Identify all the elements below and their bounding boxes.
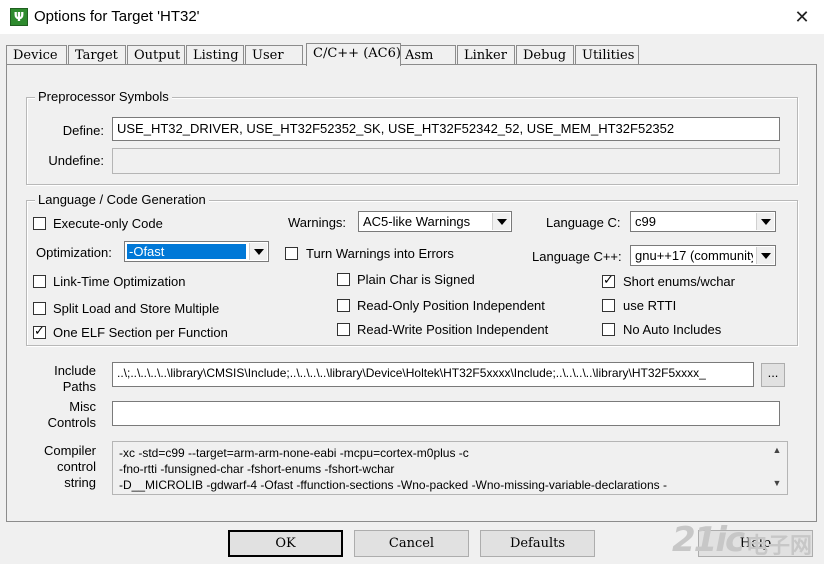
ro-pi-label: Read-Only Position Independent — [357, 298, 545, 313]
compiler-line: -D__MICROLIB -gdwarf-4 -Ofast -ffunction… — [119, 478, 667, 492]
rw-pi-label: Read-Write Position Independent — [357, 322, 549, 337]
language-c-select[interactable]: c99 — [630, 211, 776, 232]
warnings-value: AC5-like Warnings — [363, 214, 471, 229]
language-c-value: c99 — [635, 214, 656, 229]
chevron-down-icon[interactable] — [492, 213, 510, 230]
include-paths-input[interactable]: ..\;..\..\..\..\library\CMSIS\Include;..… — [112, 362, 754, 387]
optimization-label: Optimization: — [36, 245, 112, 260]
misc-label-line1: Misc — [69, 399, 96, 414]
watermark-text: 21ic — [672, 520, 745, 560]
optimization-value: -Ofast — [127, 244, 246, 259]
uvision-icon-glyph: Ψ — [13, 10, 25, 24]
execute-only-label: Execute-only Code — [53, 216, 163, 231]
close-icon[interactable]: ✕ — [790, 6, 814, 28]
title-bar[interactable]: Ψ Options for Target 'HT32' ✕ — [0, 0, 824, 34]
misc-controls-input[interactable] — [112, 401, 780, 426]
watermark-logo: 21ic 电子网 — [672, 520, 822, 560]
one-elf-label: One ELF Section per Function — [53, 325, 228, 340]
language-c-label: Language C: — [546, 215, 621, 230]
warnings-label: Warnings: — [288, 215, 347, 230]
ok-button[interactable]: OK — [228, 530, 343, 557]
tab-debug[interactable]: Debug — [516, 45, 574, 65]
split-load-label: Split Load and Store Multiple — [53, 301, 220, 316]
include-label-line2: Paths — [62, 379, 96, 394]
warnings-select[interactable]: AC5-like Warnings — [358, 211, 512, 232]
rw-pi-checkbox[interactable] — [337, 323, 350, 336]
tab-target[interactable]: Target — [68, 45, 126, 65]
short-enums-label: Short enums/wchar — [623, 274, 735, 289]
tab-output[interactable]: Output — [127, 45, 185, 65]
link-time-checkbox[interactable] — [33, 275, 46, 288]
misc-label-line2: Controls — [47, 415, 96, 430]
use-rtti-checkbox[interactable] — [602, 299, 615, 312]
chevron-down-icon[interactable] — [756, 213, 774, 230]
language-cpp-value: gnu++17 (community — [635, 248, 753, 263]
tab-c-cpp-ac6[interactable]: C/C++ (AC6) — [306, 43, 401, 66]
scroll-up-icon[interactable]: ▲ — [769, 445, 785, 459]
scroll-down-icon[interactable]: ▼ — [769, 478, 785, 492]
preprocessor-group-title: Preprocessor Symbols — [35, 89, 172, 104]
compiler-control-string[interactable]: -xc -std=c99 --target=arm-arm-none-eabi … — [112, 441, 788, 495]
optimization-select[interactable]: -Ofast — [124, 241, 269, 262]
no-auto-includes-checkbox[interactable] — [602, 323, 615, 336]
link-time-label: Link-Time Optimization — [53, 274, 186, 289]
plain-char-label: Plain Char is Signed — [357, 272, 475, 287]
uvision-icon: Ψ — [10, 8, 28, 26]
undefine-input[interactable] — [112, 148, 780, 174]
tab-listing[interactable]: Listing — [186, 45, 244, 65]
tab-asm[interactable]: Asm — [398, 45, 456, 65]
use-rtti-label: use RTTI — [623, 298, 677, 313]
defaults-button[interactable]: Defaults — [480, 530, 595, 557]
tab-linker[interactable]: Linker — [457, 45, 515, 65]
execute-only-checkbox[interactable] — [33, 217, 46, 230]
warnings-errors-label: Turn Warnings into Errors — [306, 246, 454, 261]
window-title: Options for Target 'HT32' — [34, 8, 200, 25]
include-label-line1: Include — [54, 363, 96, 378]
tab-user[interactable]: User — [245, 45, 303, 65]
no-auto-includes-label: No Auto Includes — [623, 322, 722, 337]
tab-utilities[interactable]: Utilities — [575, 45, 639, 65]
chevron-down-icon[interactable] — [756, 247, 774, 264]
compiler-label-line3: string — [64, 475, 96, 490]
short-enums-checkbox[interactable] — [602, 273, 615, 289]
compiler-label-line2: control — [56, 459, 96, 474]
tab-device[interactable]: Device — [6, 45, 67, 65]
define-input[interactable]: USE_HT32_DRIVER, USE_HT32F52352_SK, USE_… — [112, 117, 780, 141]
include-browse-button[interactable]: ... — [761, 363, 785, 387]
language-group-title: Language / Code Generation — [35, 192, 209, 207]
compiler-line: -xc -std=c99 --target=arm-arm-none-eabi … — [119, 446, 469, 460]
undefine-label: Undefine: — [48, 153, 104, 168]
compiler-line: -fno-rtti -funsigned-char -fshort-enums … — [119, 462, 395, 476]
warnings-errors-checkbox[interactable] — [285, 247, 298, 260]
language-cpp-label: Language C++: — [532, 249, 622, 264]
define-label: Define: — [62, 123, 104, 138]
plain-char-checkbox[interactable] — [337, 273, 350, 286]
language-cpp-select[interactable]: gnu++17 (community — [630, 245, 776, 266]
split-load-checkbox[interactable] — [33, 302, 46, 315]
ro-pi-checkbox[interactable] — [337, 299, 350, 312]
compiler-label-line1: Compiler — [43, 443, 96, 458]
cancel-button[interactable]: Cancel — [354, 530, 469, 557]
chevron-down-icon[interactable] — [249, 243, 267, 260]
tab-bar: Device Target Output Listing User C/C++ … — [6, 43, 818, 66]
one-elf-checkbox[interactable] — [33, 324, 46, 340]
watermark-subtext: 电子网 — [746, 534, 813, 559]
